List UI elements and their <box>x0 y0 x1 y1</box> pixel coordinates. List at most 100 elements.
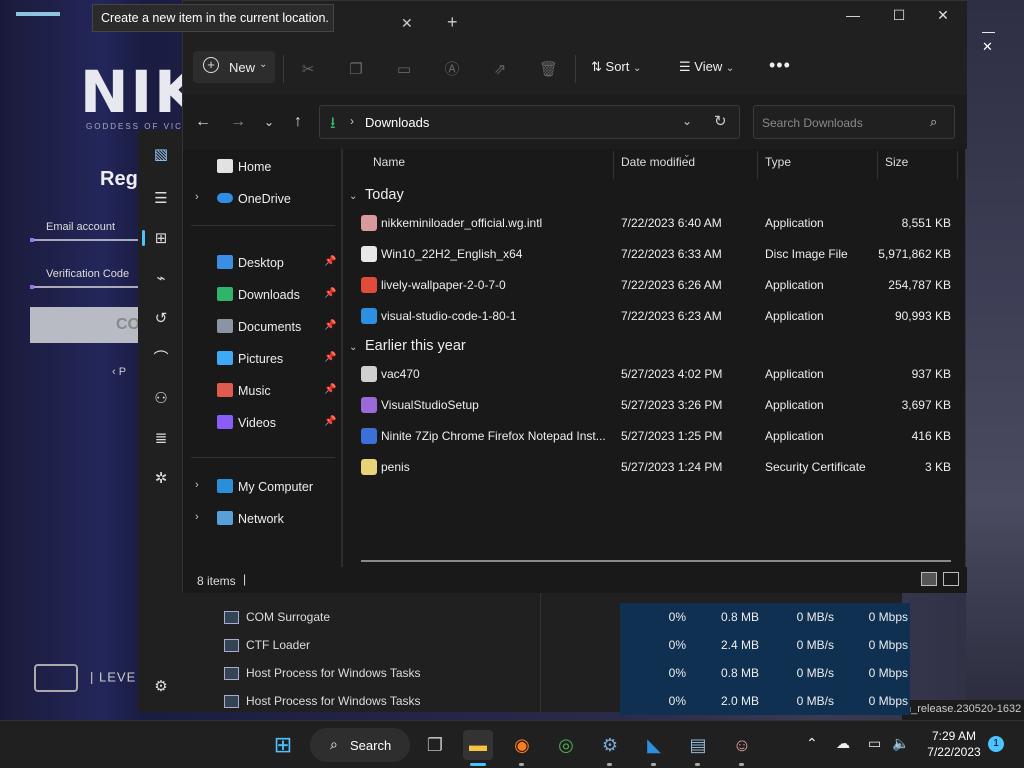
process-row[interactable]: Host Process for Windows Tasks 0% 2.0 MB 0 … <box>218 687 982 715</box>
pin-icon[interactable]: 📌 <box>324 384 336 395</box>
pin-icon[interactable]: 📌 <box>324 320 336 331</box>
file-explorer-taskbar-icon[interactable]: ▬ <box>463 730 493 760</box>
start-windows-icon[interactable]: ⊞ <box>268 730 298 760</box>
copy-icon[interactable]: ❐ <box>347 61 365 79</box>
users-icon[interactable]: ⚇ <box>152 390 170 408</box>
settings-gear-icon[interactable]: ⚙ <box>152 678 170 696</box>
search-input[interactable] <box>754 106 934 140</box>
continue-button[interactable]: CO <box>30 307 140 343</box>
verification-field[interactable] <box>30 285 138 289</box>
performance-icon[interactable]: ⌁ <box>152 270 170 288</box>
breadcrumb-downloads[interactable]: Downloads <box>365 115 429 130</box>
nav-item-desktop[interactable]: Desktop 📌 <box>183 250 341 276</box>
file-row[interactable]: nikkeminiloader_official.wg.intl 7/22/202… <box>345 208 965 239</box>
column-header-name[interactable]: Name <box>373 155 405 169</box>
back-arrow-icon[interactable]: ← <box>193 113 213 131</box>
column-divider[interactable] <box>613 151 614 179</box>
services-icon[interactable]: ✲ <box>152 470 170 488</box>
startup-apps-icon[interactable]: ⌒ <box>152 350 170 368</box>
nav-item-my-computer[interactable]: › My Computer <box>183 474 341 500</box>
nikke-launcher-taskbar-icon[interactable]: ☺ <box>727 730 757 760</box>
launcher-window-controls[interactable]: — ✕ <box>982 24 1024 55</box>
hamburger-menu-icon[interactable]: ☰ <box>152 190 170 208</box>
task-view-icon[interactable]: ❐ <box>420 730 450 760</box>
file-row[interactable]: lively-wallpaper-2-0-7-0 7/22/2023 6:26 A… <box>345 270 965 301</box>
minimize-button[interactable]: — <box>835 7 871 23</box>
nav-item-documents[interactable]: Documents 📌 <box>183 314 341 340</box>
file-row[interactable]: Win10_22H2_English_x64 7/22/2023 6:33 AM D… <box>345 239 965 270</box>
rename-icon[interactable]: Ⓐ <box>443 61 461 79</box>
file-row[interactable]: VisualStudioSetup 5/27/2023 3:26 PM Applic… <box>345 390 965 421</box>
show-hidden-icons-chevron-icon[interactable]: ⌃ <box>806 735 818 752</box>
new-tab-button[interactable]: + <box>447 12 458 33</box>
column-divider[interactable] <box>957 151 958 179</box>
collapse-chevron-icon[interactable]: ⌄ <box>349 191 365 202</box>
group-header-today[interactable]: ⌄ Today <box>349 187 404 203</box>
column-header-type[interactable]: Type <box>765 155 791 169</box>
address-bar[interactable]: ⭳ › Downloads ⌄ ↻ <box>319 105 740 139</box>
expand-chevron-icon[interactable]: › <box>195 191 199 203</box>
network-tray-icon[interactable]: ▭ <box>868 735 881 752</box>
nav-item-home[interactable]: Home <box>183 154 341 180</box>
column-header-size[interactable]: Size <box>885 155 908 169</box>
file-row[interactable]: visual-studio-code-1-80-1 7/22/2023 6:23 … <box>345 301 965 332</box>
see-more-button[interactable]: ••• <box>769 55 791 76</box>
pin-icon[interactable]: 📌 <box>324 256 336 267</box>
system-clock[interactable]: 7:29 AM 7/22/2023 <box>918 728 990 760</box>
recent-locations-chevron-icon[interactable]: ⌄ <box>259 115 279 129</box>
email-field[interactable] <box>30 238 138 242</box>
process-row[interactable]: Host Process for Windows Tasks 0% 0.8 MB 0 … <box>218 659 982 687</box>
pin-icon[interactable]: 📌 <box>324 416 336 427</box>
processes-icon[interactable]: ⊞ <box>152 230 170 248</box>
cloud-sync-icon[interactable]: ☁ <box>836 735 850 752</box>
nav-item-network[interactable]: › Network <box>183 506 341 532</box>
sort-button[interactable]: ⇅ Sort ⌄ <box>591 59 641 75</box>
forward-arrow-icon[interactable]: → <box>228 113 248 131</box>
collapse-chevron-icon[interactable]: ⌄ <box>349 342 365 353</box>
expand-chevron-icon[interactable]: › <box>195 511 199 523</box>
file-row[interactable]: penis 5/27/2023 1:24 PM Security Certifica… <box>345 452 965 483</box>
file-row[interactable]: Ninite 7Zip Chrome Firefox Notepad Inst.… <box>345 421 965 452</box>
group-header-earlier[interactable]: ⌄ Earlier this year <box>349 338 466 354</box>
nav-item-onedrive[interactable]: › OneDrive <box>183 186 341 212</box>
pin-icon[interactable]: 📌 <box>324 288 336 299</box>
process-row[interactable]: CTF Loader 0% 2.4 MB 0 MB/s 0 Mbps <box>218 631 982 659</box>
details-view-icon[interactable] <box>921 572 937 586</box>
tab-close-icon[interactable]: ✕ <box>401 15 413 32</box>
up-arrow-icon[interactable]: ↑ <box>288 113 308 131</box>
delete-icon[interactable]: 🗑 <box>539 61 558 79</box>
view-button[interactable]: ☰ View ⌄ <box>679 59 734 75</box>
file-row[interactable]: vac470 5/27/2023 4:02 PM Application 937 KB <box>345 359 965 390</box>
details-icon[interactable]: ≣ <box>152 430 170 448</box>
paste-icon[interactable]: ▭ <box>395 61 413 79</box>
tiles-view-icon[interactable] <box>943 572 959 586</box>
chrome-icon[interactable]: ◎ <box>551 730 581 760</box>
vscode-taskbar-icon[interactable]: ◣ <box>639 730 669 760</box>
nav-item-music[interactable]: Music 📌 <box>183 378 341 404</box>
share-icon[interactable]: ⇗ <box>491 61 509 79</box>
firefox-icon[interactable]: ◉ <box>507 730 537 760</box>
task-manager-taskbar-icon[interactable]: ▤ <box>683 730 713 760</box>
nav-item-pictures[interactable]: Pictures 📌 <box>183 346 341 372</box>
notification-badge[interactable]: 1 <box>988 736 1004 752</box>
back-link[interactable]: ‹ P <box>112 366 126 378</box>
pin-icon[interactable]: 📌 <box>324 352 336 363</box>
breadcrumb-chevron-icon[interactable]: › <box>350 114 354 128</box>
maximize-button[interactable]: ☐ <box>881 7 917 24</box>
refresh-icon[interactable]: ↻ <box>714 112 727 130</box>
cut-icon[interactable]: ✂ <box>299 61 317 79</box>
app-history-icon[interactable]: ↺ <box>152 310 170 328</box>
settings-app-icon[interactable]: ⚙ <box>595 730 625 760</box>
nav-item-videos[interactable]: Videos 📌 <box>183 410 341 436</box>
pane-splitter[interactable] <box>341 149 343 567</box>
search-box[interactable]: ⌕ <box>753 105 955 140</box>
address-dropdown-icon[interactable]: ⌄ <box>682 114 692 128</box>
taskbar-search-button[interactable]: ⌕ Search <box>310 728 410 762</box>
expand-chevron-icon[interactable]: › <box>195 479 199 491</box>
close-button[interactable]: ✕ <box>925 7 961 24</box>
volume-icon[interactable]: 🔈 <box>892 735 909 752</box>
column-divider[interactable] <box>877 151 878 179</box>
process-row[interactable]: COM Surrogate 0% 0.8 MB 0 MB/s 0 Mbps <box>218 603 982 631</box>
horizontal-scrollbar[interactable] <box>361 560 951 562</box>
new-button[interactable]: + New ⌄ <box>193 51 275 83</box>
